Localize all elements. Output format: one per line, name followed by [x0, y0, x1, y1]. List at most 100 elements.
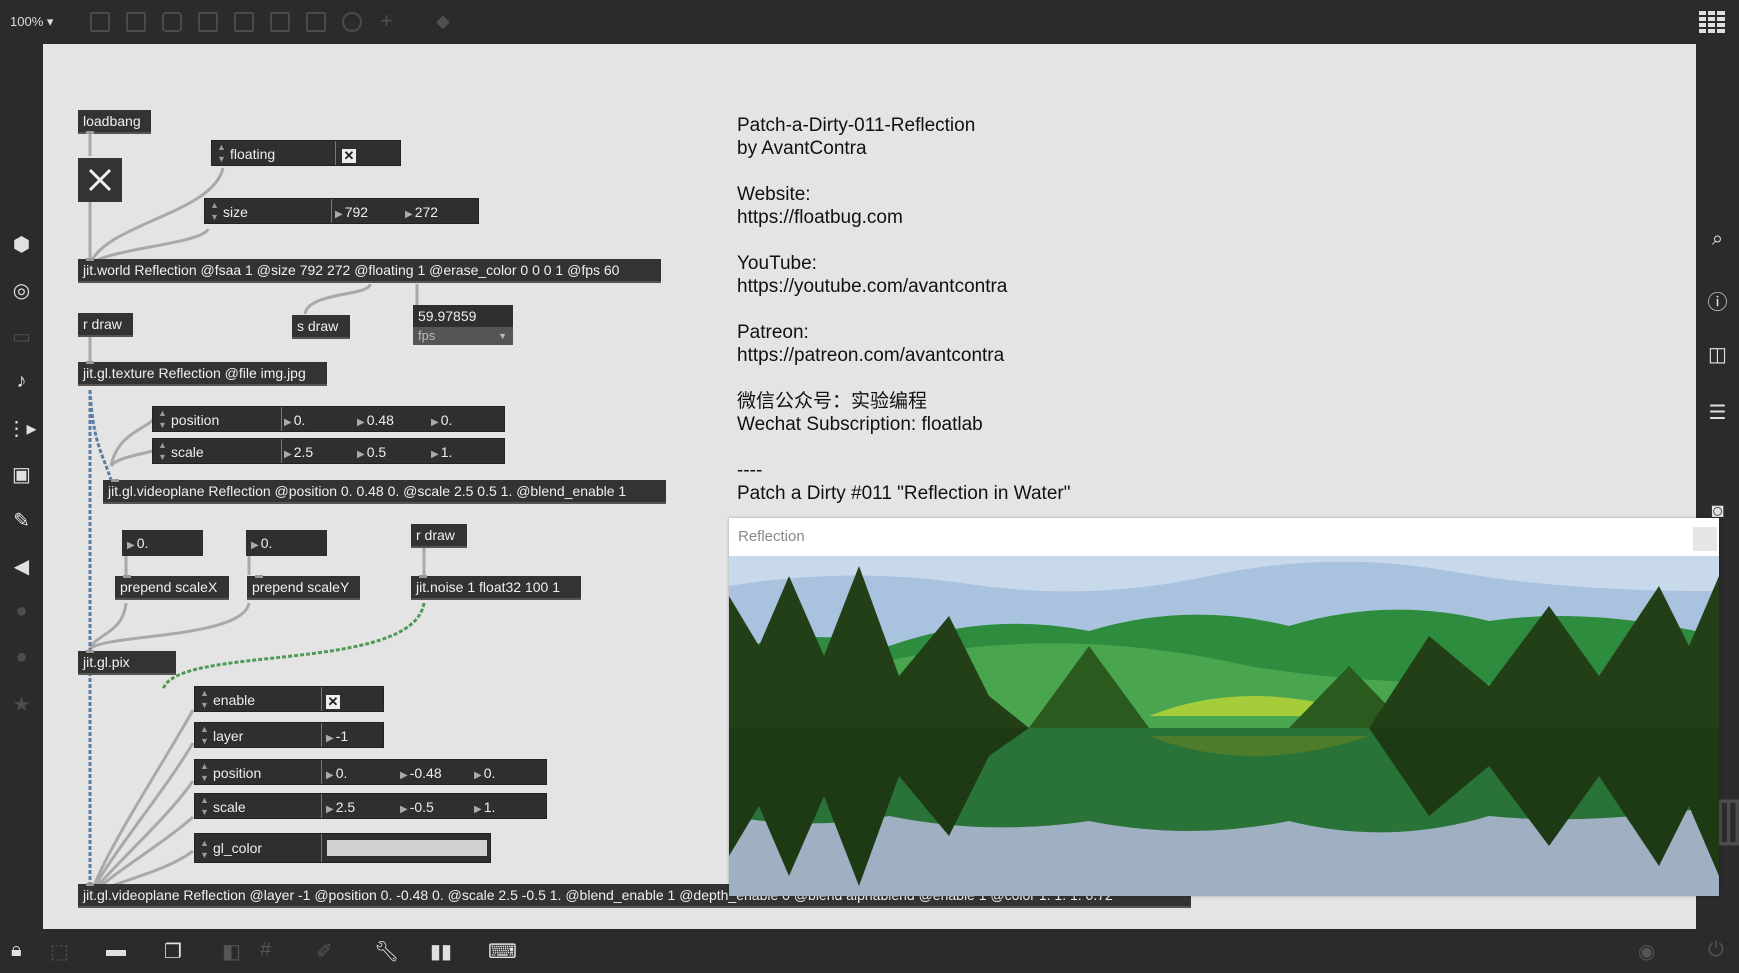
- sequence-icon[interactable]: ⋮▸: [0, 416, 43, 441]
- fps-value: 59.97859: [418, 308, 477, 324]
- pix-label: jit.gl.pix: [83, 654, 130, 670]
- fps-number-box[interactable]: 59.97859: [413, 305, 513, 327]
- new-view-icon[interactable]: ❐: [164, 939, 182, 964]
- gl-color-attrui[interactable]: ▲ ▼ gl_color: [194, 833, 491, 863]
- search-icon[interactable]: ⌕: [1696, 228, 1739, 251]
- slider-icon[interactable]: [306, 12, 326, 32]
- scaley-number-box[interactable]: ▶ 0.: [246, 530, 327, 556]
- render-view: [729, 556, 1719, 896]
- position-bottom-attrui[interactable]: ▲ ▼ position ▶ 0. ▶ -0.48 ▶ 0.: [194, 759, 547, 785]
- floating-checkbox[interactable]: ✕: [342, 142, 356, 168]
- jit-gl-videoplane-top-object[interactable]: jit.gl.videoplane Reflection @position 0…: [103, 479, 666, 504]
- position-bottom-z[interactable]: ▶ 0.: [474, 760, 495, 789]
- grid-icon[interactable]: #: [260, 939, 271, 962]
- scale-bottom-z[interactable]: ▶ 1.: [474, 794, 495, 823]
- object-box-icon[interactable]: [90, 12, 110, 32]
- message-box-icon[interactable]: [126, 12, 146, 32]
- scale-attrui[interactable]: ▲ ▼ scale ▶ 2.5 ▶ 0.5 ▶ 1.: [152, 438, 505, 464]
- position-bottom-label: position: [195, 760, 322, 784]
- position-bottom-y[interactable]: ▶ -0.48: [400, 760, 442, 789]
- patcher-canvas[interactable]: loadbang ▲ ▼ floating ✕ ▲ ▼ size ▶ 792 ▶ 272…: [43, 44, 1719, 929]
- edit-select-icon[interactable]: ⬚: [50, 939, 69, 964]
- hide-icon[interactable]: ◧: [222, 939, 241, 964]
- loadbang-object[interactable]: loadbang: [78, 110, 151, 134]
- button-object-icon[interactable]: [198, 12, 218, 32]
- position-y[interactable]: ▶ 0.48: [357, 407, 394, 436]
- enable-label: enable: [195, 687, 322, 711]
- floating-toggle[interactable]: [78, 158, 122, 202]
- scale-x[interactable]: ▶ 2.5: [284, 439, 313, 468]
- send-draw-label: s draw: [297, 318, 339, 334]
- scale-bottom-label: scale: [195, 794, 322, 818]
- play-icon[interactable]: ◉: [1638, 939, 1655, 964]
- videoplane-top-label: jit.gl.videoplane Reflection @position 0…: [108, 483, 627, 499]
- wrench-icon[interactable]: 🔧︎: [374, 939, 399, 964]
- scalex-number-box[interactable]: ▶ 0.: [122, 530, 203, 556]
- keyboard-icon[interactable]: ⌨: [488, 939, 517, 964]
- size-value-1[interactable]: ▶ 792: [335, 199, 368, 228]
- reference-icon[interactable]: ◫: [1696, 342, 1739, 367]
- panel-icon[interactable]: ▭: [0, 324, 43, 349]
- mixer-bars-icon[interactable]: ▮▮: [430, 939, 452, 964]
- position-attrui[interactable]: ▲ ▼ position ▶ 0. ▶ 0.48 ▶ 0.: [152, 406, 505, 432]
- plugin-icon[interactable]: ◀: [0, 554, 43, 579]
- layer-value[interactable]: ▶ -1: [326, 723, 348, 752]
- music-note-icon[interactable]: ♪: [0, 370, 43, 393]
- layer-label: layer: [195, 723, 322, 747]
- jit-world-object[interactable]: jit.world Reflection @fsaa 1 @size 792 2…: [78, 258, 661, 283]
- add-object-icon[interactable]: +: [380, 8, 393, 34]
- scale-label: scale: [153, 439, 282, 463]
- fps-menu[interactable]: fps ▼: [413, 327, 513, 345]
- enable-checkbox[interactable]: ✕: [326, 688, 340, 714]
- package-icon[interactable]: ⬢: [0, 232, 43, 257]
- prepend-scalex-object[interactable]: prepend scaleX: [115, 575, 229, 600]
- comment-icon[interactable]: [162, 12, 182, 32]
- toggle-object-icon[interactable]: [234, 12, 254, 32]
- scale-bottom-x[interactable]: ▶ 2.5: [326, 794, 355, 823]
- floating-attrui[interactable]: ▲ ▼ floating ✕: [211, 140, 401, 166]
- left-sidebar: ⬢ ◎ ▭ ♪ ⋮▸ ▣ ✎ ◀ ● ● ★: [0, 44, 43, 929]
- number-box-icon[interactable]: [270, 12, 290, 32]
- position-z[interactable]: ▶ 0.: [431, 407, 452, 436]
- beap-icon[interactable]: ●: [0, 646, 43, 669]
- scale-z[interactable]: ▶ 1.: [431, 439, 452, 468]
- info-icon[interactable]: ⓘ: [1696, 286, 1739, 315]
- layer-attrui[interactable]: ▲ ▼ layer ▶ -1: [194, 722, 384, 748]
- paperclip-icon[interactable]: ✎: [0, 508, 43, 533]
- power-icon[interactable]: ⏻: [1708, 939, 1724, 962]
- position-bottom-x[interactable]: ▶ 0.: [326, 760, 347, 789]
- send-draw-object[interactable]: s draw: [292, 315, 350, 339]
- floating-label: floating: [212, 141, 336, 165]
- scale-bottom-attrui[interactable]: ▲ ▼ scale ▶ 2.5 ▶ -0.5 ▶ 1.: [194, 793, 547, 819]
- scale-y[interactable]: ▶ 0.5: [357, 439, 386, 468]
- target-icon[interactable]: ◎: [0, 278, 43, 303]
- texture-label: jit.gl.texture Reflection @file img.jpg: [83, 365, 306, 381]
- star-icon[interactable]: ★: [0, 692, 43, 717]
- list-icon[interactable]: ☰: [1696, 400, 1739, 425]
- window-button[interactable]: [1693, 527, 1717, 551]
- color-swatch[interactable]: [327, 840, 487, 856]
- gl-color-label: gl_color: [195, 834, 322, 862]
- jit-gl-texture-object[interactable]: jit.gl.texture Reflection @file img.jpg: [78, 361, 327, 386]
- jit-gl-pix-object[interactable]: jit.gl.pix: [78, 650, 176, 675]
- vizzie-icon[interactable]: ●: [0, 600, 43, 623]
- render-window[interactable]: Reflection: [729, 518, 1719, 896]
- prepend-scaley-object[interactable]: prepend scaleY: [247, 575, 360, 600]
- dial-icon[interactable]: [342, 12, 362, 32]
- debug-icon[interactable]: ✐: [316, 939, 333, 964]
- size-attrui[interactable]: ▲ ▼ size ▶ 792 ▶ 272: [204, 198, 479, 224]
- position-x[interactable]: ▶ 0.: [284, 407, 305, 436]
- zoom-menu[interactable]: 100% ▾: [10, 14, 53, 30]
- prepend-scalex-label: prepend scaleX: [120, 579, 218, 595]
- enable-attrui[interactable]: ▲ ▼ enable ✕: [194, 686, 384, 712]
- receive-draw-object[interactable]: r draw: [78, 313, 133, 337]
- receive-draw-2-object[interactable]: r draw: [411, 524, 467, 548]
- size-value-2[interactable]: ▶ 272: [405, 199, 438, 228]
- grid-view-icon[interactable]: [1699, 11, 1725, 33]
- scale-bottom-y[interactable]: ▶ -0.5: [400, 794, 434, 823]
- image-icon[interactable]: ▣: [0, 462, 43, 487]
- lock-icon[interactable]: 🔒︎: [11, 939, 22, 962]
- paint-bucket-icon[interactable]: ◆: [436, 11, 450, 32]
- jit-noise-object[interactable]: jit.noise 1 float32 100 1: [411, 575, 581, 600]
- presentation-icon[interactable]: ▬: [106, 939, 126, 962]
